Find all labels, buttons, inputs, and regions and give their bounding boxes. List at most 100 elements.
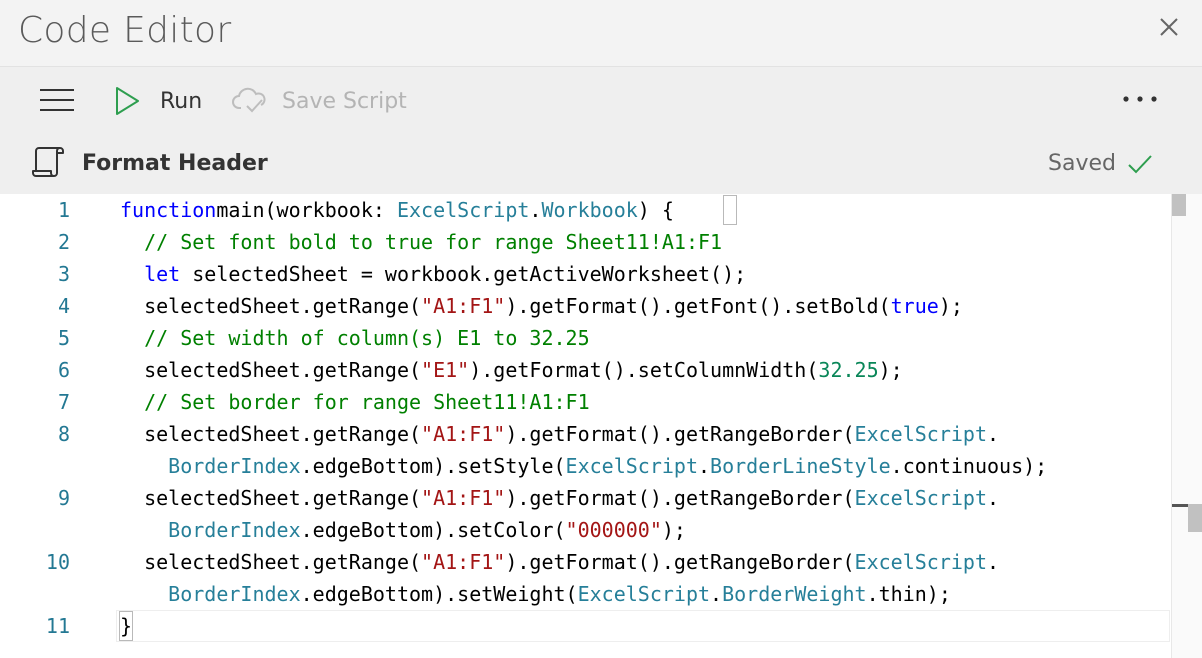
code-token: "E1" bbox=[421, 358, 470, 382]
code-token: . bbox=[529, 198, 542, 222]
code-line: selectedSheet.getRange("A1:F1").getForma… bbox=[120, 290, 963, 322]
code-token: . bbox=[986, 422, 1000, 446]
code-token: ); bbox=[938, 294, 963, 318]
save-script-label: Save Script bbox=[282, 88, 407, 114]
code-token: BorderIndex bbox=[168, 582, 301, 606]
line-number: 3 bbox=[57, 262, 70, 286]
script-scroll-icon bbox=[32, 147, 64, 177]
code-line: functionmain(workbook: ExcelScript.Workb… bbox=[120, 194, 674, 226]
hamburger-icon[interactable] bbox=[40, 87, 74, 113]
code-token: ExcelScript bbox=[854, 550, 987, 574]
code-token: .continuous); bbox=[890, 454, 1048, 478]
code-line: selectedSheet.getRange("A1:F1").getForma… bbox=[120, 482, 999, 514]
code-token: .edgeBottom).setWeight( bbox=[300, 582, 578, 606]
code-token: // Set font bold to true for range Sheet… bbox=[144, 230, 723, 254]
code-line: BorderIndex.edgeBottom).setColor("000000… bbox=[120, 514, 686, 546]
current-line-highlight bbox=[116, 610, 1170, 642]
code-line: // Set font bold to true for range Sheet… bbox=[120, 226, 722, 258]
code-token: BorderIndex bbox=[168, 454, 301, 478]
code-token: ); bbox=[878, 358, 903, 382]
line-number: 6 bbox=[57, 358, 70, 382]
line-number: 4 bbox=[57, 294, 70, 318]
code-token: ).getFormat().getRangeBorder( bbox=[505, 422, 855, 446]
line-number: 10 bbox=[45, 550, 70, 574]
script-header: Format Header Saved bbox=[0, 132, 1202, 194]
code-token: Workbook bbox=[541, 198, 638, 222]
code-token: BorderWeight bbox=[722, 582, 867, 606]
code-token: BorderIndex bbox=[168, 518, 301, 542]
code-token: selectedSheet.getRange( bbox=[120, 550, 422, 574]
line-number: 1 bbox=[57, 198, 70, 222]
code-editor[interactable]: 1 2 3 4 5 6 7 8 9 10 11 functionmain(workbook: Exc… bbox=[0, 194, 1202, 658]
code-token: .edgeBottom).setColor( bbox=[300, 518, 566, 542]
code-token: ExcelScript bbox=[854, 422, 987, 446]
code-line: } bbox=[120, 610, 132, 642]
window-title: Code Editor bbox=[18, 10, 232, 51]
code-token: "A1:F1" bbox=[421, 550, 506, 574]
code-token: function bbox=[120, 198, 217, 222]
code-token: . bbox=[710, 582, 723, 606]
code-line: // Set width of column(s) E1 to 32.25 bbox=[120, 322, 590, 354]
code-token: main(workbook: bbox=[216, 198, 397, 222]
code-line: BorderIndex.edgeBottom).setStyle(ExcelSc… bbox=[120, 450, 1047, 482]
line-number: 5 bbox=[57, 326, 70, 350]
code-token: . bbox=[986, 550, 1000, 574]
line-number: 8 bbox=[57, 422, 70, 446]
code-token: . bbox=[697, 454, 711, 478]
line-number: 7 bbox=[57, 390, 70, 414]
code-line: selectedSheet.getRange("A1:F1").getForma… bbox=[120, 418, 999, 450]
title-bar: Code Editor bbox=[0, 0, 1202, 66]
save-script-button[interactable]: Save Script bbox=[232, 81, 407, 121]
code-token: .thin); bbox=[866, 582, 951, 606]
code-token: BorderLineStyle bbox=[710, 454, 891, 478]
save-status: Saved bbox=[1048, 151, 1116, 176]
code-token: ).getFormat().setColumnWidth( bbox=[469, 358, 819, 382]
vertical-scrollbar[interactable] bbox=[1171, 194, 1202, 658]
code-line: selectedSheet.getRange("A1:F1").getForma… bbox=[120, 546, 999, 578]
code-token: // Set border for range Sheet11!A1:F1 bbox=[144, 390, 590, 414]
code-token: 32.25 bbox=[818, 358, 879, 382]
code-token: . bbox=[986, 486, 1000, 510]
code-token: selectedSheet.getRange( bbox=[120, 294, 422, 318]
code-token: ) { bbox=[637, 198, 674, 222]
code-token: ).getFormat().getRangeBorder( bbox=[505, 550, 855, 574]
code-token: ExcelScript bbox=[577, 582, 711, 606]
code-token: selectedSheet = workbook.getActiveWorksh… bbox=[180, 262, 747, 286]
code-token: ).getFormat().getRangeBorder( bbox=[505, 486, 855, 510]
scrollbar-lower-thumb bbox=[1188, 504, 1202, 532]
bracket-match-open bbox=[723, 195, 737, 225]
more-icon[interactable] bbox=[1122, 95, 1158, 103]
code-token: "A1:F1" bbox=[421, 486, 506, 510]
code-token: "A1:F1" bbox=[421, 422, 506, 446]
code-token: ExcelScript bbox=[854, 486, 987, 510]
code-token: let bbox=[144, 262, 181, 286]
code-line: // Set border for range Sheet11!A1:F1 bbox=[120, 386, 590, 418]
code-token: "A1:F1" bbox=[421, 294, 506, 318]
code-line: let selectedSheet = workbook.getActiveWo… bbox=[120, 258, 746, 290]
line-number: 11 bbox=[45, 614, 70, 638]
close-icon[interactable] bbox=[1158, 16, 1180, 38]
scrollbar-thumb[interactable] bbox=[1172, 194, 1186, 216]
script-name[interactable]: Format Header bbox=[82, 151, 268, 176]
code-token: // Set width of column(s) E1 to 32.25 bbox=[144, 326, 590, 350]
code-token: } bbox=[120, 614, 133, 638]
run-button[interactable]: Run bbox=[112, 81, 202, 121]
checkmark-icon bbox=[1128, 155, 1152, 174]
code-token: selectedSheet.getRange( bbox=[120, 422, 422, 446]
play-icon bbox=[116, 87, 139, 115]
code-token: selectedSheet.getRange( bbox=[120, 358, 422, 382]
code-token: ).getFormat().getFont().setBold( bbox=[505, 294, 891, 318]
code-token: ExcelScript bbox=[396, 198, 530, 222]
toolbar: Run Save Script bbox=[0, 66, 1202, 133]
cloud-check-icon bbox=[232, 87, 266, 113]
code-token: selectedSheet.getRange( bbox=[120, 486, 422, 510]
code-token: ); bbox=[661, 518, 686, 542]
code-token: .edgeBottom).setStyle( bbox=[300, 454, 566, 478]
